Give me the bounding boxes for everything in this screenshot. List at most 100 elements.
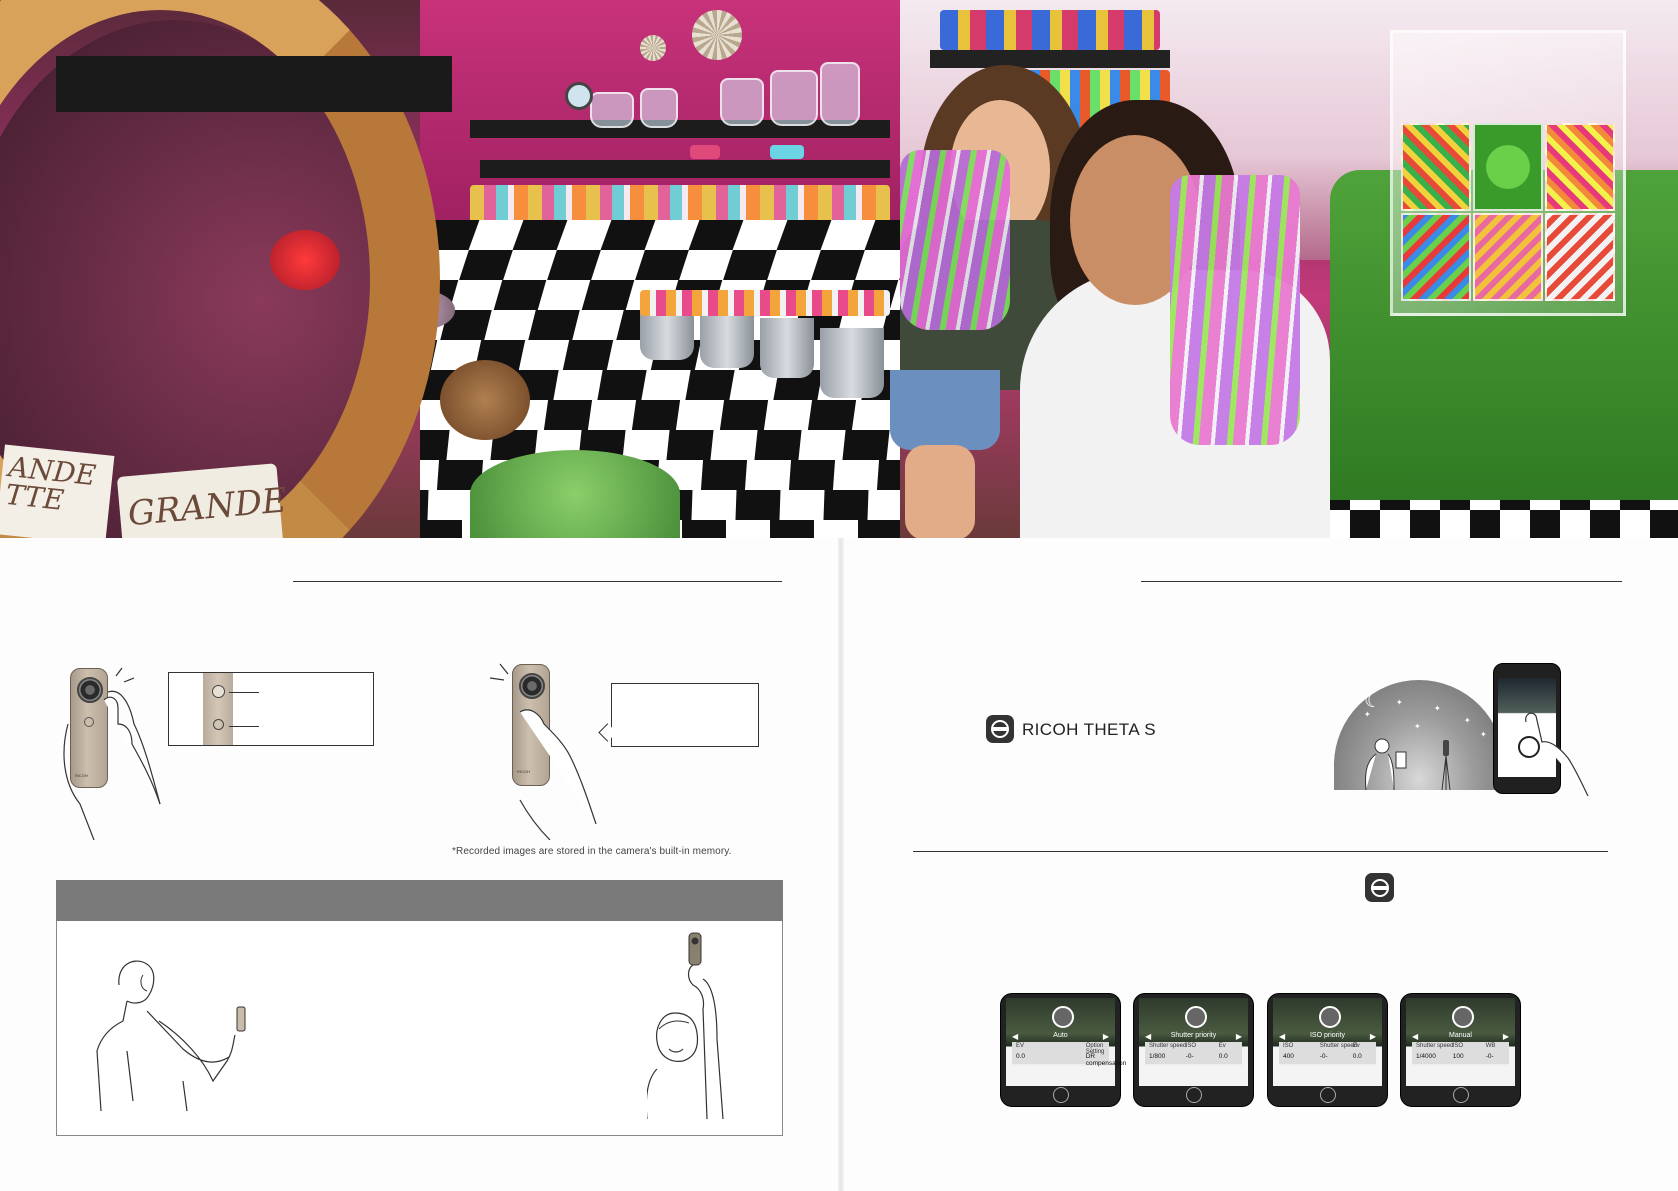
floor-tile <box>876 460 900 490</box>
candy-jar <box>770 70 818 126</box>
readout-label: ISO <box>1185 1043 1197 1049</box>
floor-tile <box>528 310 580 340</box>
shutter-button[interactable] <box>1452 1006 1474 1028</box>
floor-tile <box>688 220 744 250</box>
mode-label: Manual <box>1449 1032 1472 1039</box>
candy-bin <box>760 318 814 378</box>
hero-photo: ANDE TTE GRANDE <box>0 0 1678 538</box>
mode-button <box>213 719 224 730</box>
readout-value: 100 <box>1452 1053 1464 1060</box>
phone-illustration <box>1493 663 1589 797</box>
clock-icon <box>565 82 593 110</box>
camera-step-1-illustration: RICOH <box>60 664 170 841</box>
floor-tile <box>700 460 748 490</box>
readout-label: EV <box>1016 1043 1025 1049</box>
readout-value: 400 <box>1283 1053 1294 1060</box>
candy-bag <box>1170 175 1300 445</box>
floor-tile <box>459 250 513 280</box>
floor-tile <box>493 280 547 310</box>
hand-icon <box>1525 712 1589 797</box>
power-button <box>212 685 225 698</box>
floor-tile <box>719 400 769 430</box>
shutter-button[interactable] <box>1052 1006 1074 1028</box>
floor-tile <box>770 520 814 538</box>
shutter-button[interactable] <box>1319 1006 1341 1028</box>
readout-label: Shutter speed <box>1319 1043 1358 1049</box>
floor-tile <box>776 220 832 250</box>
candy-pile <box>470 450 680 538</box>
readout-value: 1/4000 <box>1416 1053 1436 1060</box>
floor-tile <box>597 370 647 400</box>
phone-mode-0: ◀ ▶ Auto EV 0.0 Option Setting DR compensat… <box>1000 993 1126 1107</box>
readout-bar: EV 0.0 Option Setting DR compensation <box>1012 1042 1126 1067</box>
candy-jar <box>640 88 678 128</box>
tripod-icon <box>1441 755 1451 791</box>
camera-detail <box>203 673 233 745</box>
person-overhead-icon <box>647 932 724 1119</box>
floor-tile <box>811 250 865 280</box>
phone-mode-2: ◀ ▶ ISO priority 200250320400500640 ISO4… <box>1267 993 1388 1107</box>
night-shooting-illustration: ✦ ✦ ✦ ✦ ✦ ✦ ☾ <box>1334 660 1506 791</box>
section-rule <box>293 581 782 582</box>
floor-tile <box>807 400 857 430</box>
section-rule <box>1141 581 1622 582</box>
floor-tile <box>420 520 462 538</box>
lens-icon <box>519 673 545 699</box>
readout-value: -0- <box>1485 1053 1494 1060</box>
person-shorts <box>890 370 1000 450</box>
candy-jar <box>720 78 764 126</box>
readout-value: 0.0 <box>1352 1053 1362 1060</box>
shutter-button[interactable] <box>1185 1006 1207 1028</box>
floor-tile <box>562 340 614 370</box>
floor-tile <box>735 490 781 520</box>
leader-line <box>229 692 259 694</box>
shutter-button <box>84 717 94 727</box>
tip-box <box>56 921 783 1136</box>
home-button[interactable] <box>1320 1087 1336 1103</box>
candy <box>690 145 720 159</box>
candy-bin <box>820 328 884 398</box>
candy <box>770 145 804 159</box>
floor-tile <box>682 520 726 538</box>
readout-value: 0.0 <box>1218 1053 1228 1060</box>
floor-tile <box>543 400 593 430</box>
readout-value: -0- <box>1185 1053 1194 1060</box>
floor-tile <box>858 520 900 538</box>
floor-tile <box>635 250 689 280</box>
theta-app-icon[interactable] <box>1365 873 1394 902</box>
readout-value: DR compensation <box>1085 1053 1127 1067</box>
callout-box <box>611 683 759 747</box>
home-button[interactable] <box>1053 1087 1069 1103</box>
floor-tile <box>666 430 714 460</box>
readout-label: Ev <box>1352 1043 1360 1049</box>
home-button[interactable] <box>1186 1087 1202 1103</box>
floor-tile <box>723 250 777 280</box>
leader-line <box>229 726 259 728</box>
store-sign: ANDE TTE <box>0 444 115 538</box>
floor-tile <box>600 220 656 250</box>
phone-mode-3: ◀ ▶ Manual 1/25001/32001/40001/5000 Shut… <box>1400 993 1521 1107</box>
floor-tile <box>823 490 869 520</box>
candy-jar <box>590 92 634 128</box>
theta-app-icon[interactable] <box>986 715 1014 743</box>
floor-tile <box>631 400 681 430</box>
readout-label: Shutter speed <box>1416 1043 1454 1049</box>
decor-fan <box>640 35 666 61</box>
person-selfie-icon <box>96 960 246 1112</box>
decor-fan <box>692 10 742 60</box>
home-button[interactable] <box>1453 1087 1469 1103</box>
floor-tile <box>842 430 890 460</box>
title-band <box>56 56 452 112</box>
shelf <box>480 160 890 178</box>
section-rule <box>913 851 1608 852</box>
camera-step-2-illustration: RICOH <box>490 660 600 840</box>
floor-tile <box>788 460 836 490</box>
candy-display <box>1390 30 1626 316</box>
readout-label: WB <box>1485 1043 1496 1049</box>
readout-bar: ISO 400 Shutter speed -0- Ev 0.0 <box>1279 1042 1376 1064</box>
candy-pile <box>440 360 530 440</box>
store-sign: GRANDE <box>116 463 288 538</box>
floor-tile <box>754 430 802 460</box>
app-name: RICOH THETA S <box>1022 720 1156 739</box>
candy-bin <box>700 308 754 368</box>
